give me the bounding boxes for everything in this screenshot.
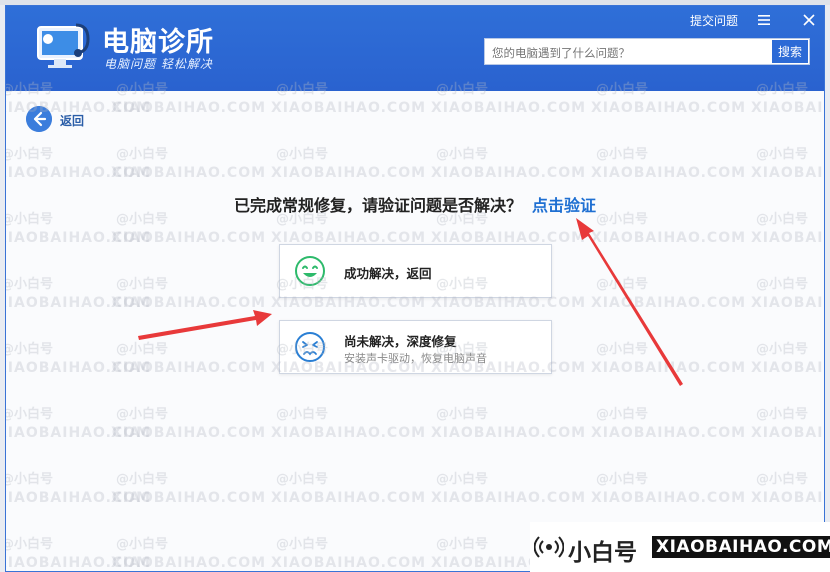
watermark-text: @小白号 xyxy=(116,472,169,487)
watermark-text: @小白号 xyxy=(116,147,169,162)
option-solved[interactable]: 成功解决，返回 xyxy=(279,244,552,298)
watermark-text: XIAOBAIHAO.COM xyxy=(751,490,824,506)
watermark-text: @小白号 xyxy=(276,407,329,422)
watermark-text: @小白号 xyxy=(756,407,809,422)
submit-question-link[interactable]: 提交问题 xyxy=(690,12,738,29)
watermark-text: @小白号 xyxy=(596,147,649,162)
watermark-text: @小白号 xyxy=(756,277,809,292)
watermark-text: XIAOBAIHAO.COM xyxy=(271,425,427,441)
watermark-text: XIAOBAIHAO.COM xyxy=(5,295,152,311)
watermark-text: @小白号 xyxy=(5,277,54,292)
back-label: 返回 xyxy=(60,114,85,128)
menu-icon[interactable] xyxy=(757,13,771,27)
watermark-text: @小白号 xyxy=(5,212,54,227)
watermark-text: XIAOBAIHAO.COM xyxy=(111,295,267,311)
brand-badge: 小白号 XIAOBAIHAO.COM xyxy=(530,522,830,572)
watermark-text: @小白号 xyxy=(596,407,649,422)
watermark-text: XIAOBAIHAO.COM xyxy=(111,555,267,571)
monitor-stethoscope-icon xyxy=(37,23,90,68)
watermark-text: XIAOBAIHAO.COM xyxy=(751,425,824,441)
watermark-text: XIAOBAIHAO.COM xyxy=(271,490,427,506)
watermark-text: @小白号 xyxy=(596,472,649,487)
close-icon[interactable] xyxy=(802,13,816,27)
watermark-text: @小白号 xyxy=(756,472,809,487)
broadcast-icon xyxy=(534,536,564,558)
search-button[interactable]: 搜索 xyxy=(772,40,808,63)
watermark-text: XIAOBAIHAO.COM xyxy=(591,100,747,116)
watermark-text: @小白号 xyxy=(436,407,489,422)
app-window: 电脑诊所 电脑问题 轻松解决 提交问题 搜索 返回 已完成常规修复，请验证问题是… xyxy=(5,5,825,572)
watermark-text: @小白号 xyxy=(756,147,809,162)
watermark-text: XIAOBAIHAO.COM xyxy=(431,100,587,116)
watermark-text: XIAOBAIHAO.COM xyxy=(431,490,587,506)
watermark-text: @小白号 xyxy=(116,342,169,357)
watermark-text: @小白号 xyxy=(116,212,169,227)
watermark-text: XIAOBAIHAO.COM xyxy=(111,425,267,441)
watermark-text: @小白号 xyxy=(596,212,649,227)
watermark-text: @小白号 xyxy=(276,147,329,162)
option-subtitle: 安装声卡驱动，恢复电脑声音 xyxy=(344,352,487,365)
back-button[interactable]: 返回 xyxy=(26,106,106,134)
watermark-text: XIAOBAIHAO.COM xyxy=(591,165,747,181)
watermark-text: XIAOBAIHAO.COM xyxy=(111,230,267,246)
watermark-text: XIAOBAIHAO.COM xyxy=(271,165,427,181)
watermark-text: XIAOBAIHAO.COM xyxy=(751,360,824,376)
option-title: 尚未解决，深度修复 xyxy=(344,334,457,349)
watermark-text: XIAOBAIHAO.COM xyxy=(591,425,747,441)
watermark-text: @小白号 xyxy=(756,342,809,357)
sad-face-icon xyxy=(295,332,325,362)
smile-face-icon xyxy=(295,256,325,286)
watermark-text: XIAOBAIHAO.COM xyxy=(5,490,152,506)
watermark-text: XIAOBAIHAO.COM xyxy=(751,295,824,311)
watermark-text: @小白号 xyxy=(116,537,169,552)
watermark-text: @小白号 xyxy=(5,147,54,162)
watermark-text: XIAOBAIHAO.COM xyxy=(271,100,427,116)
watermark-text: XIAOBAIHAO.COM xyxy=(111,165,267,181)
app-title: 电脑诊所 xyxy=(102,27,214,58)
search-box: 搜索 xyxy=(484,38,810,65)
watermark-text: XIAOBAIHAO.COM xyxy=(431,425,587,441)
watermark-text: XIAOBAIHAO.COM xyxy=(5,425,152,441)
watermark-text: XIAOBAIHAO.COM xyxy=(111,360,267,376)
watermark-text: @小白号 xyxy=(436,147,489,162)
app-subtitle: 电脑问题 轻松解决 xyxy=(104,57,213,71)
watermark-text: @小白号 xyxy=(276,472,329,487)
watermark-text: XIAOBAIHAO.COM xyxy=(111,490,267,506)
watermark-text: XIAOBAIHAO.COM xyxy=(751,230,824,246)
watermark-text: XIAOBAIHAO.COM xyxy=(5,360,152,376)
watermark-text: @小白号 xyxy=(756,212,809,227)
watermark-text: @小白号 xyxy=(596,342,649,357)
watermark-text: @小白号 xyxy=(276,537,329,552)
watermark-text: XIAOBAIHAO.COM xyxy=(751,165,824,181)
watermark-text: XIAOBAIHAO.COM xyxy=(5,230,152,246)
watermark-text: @小白号 xyxy=(436,472,489,487)
title-bar: 电脑诊所 电脑问题 轻松解决 提交问题 搜索 xyxy=(6,6,824,91)
watermark-text: XIAOBAIHAO.COM xyxy=(591,360,747,376)
watermark-text: XIAOBAIHAO.COM xyxy=(751,100,824,116)
verify-link[interactable]: 点击验证 xyxy=(532,192,596,216)
watermark-text: @小白号 xyxy=(116,407,169,422)
watermark-text: @小白号 xyxy=(596,277,649,292)
search-input[interactable] xyxy=(490,42,764,63)
watermark-text: @小白号 xyxy=(5,407,54,422)
watermark-text: XIAOBAIHAO.COM xyxy=(591,490,747,506)
watermark-text: @小白号 xyxy=(5,537,54,552)
brand-name-en: XIAOBAIHAO.COM xyxy=(652,536,830,558)
watermark-text: @小白号 xyxy=(116,277,169,292)
verify-question: 已完成常规修复，请验证问题是否解决？ xyxy=(234,196,523,215)
option-title: 成功解决，返回 xyxy=(344,266,432,281)
watermark-text: XIAOBAIHAO.COM xyxy=(5,165,152,181)
watermark-text: XIAOBAIHAO.COM xyxy=(111,100,267,116)
watermark-text: XIAOBAIHAO.COM xyxy=(591,295,747,311)
watermark-text: @小白号 xyxy=(5,472,54,487)
brand-name-cn: 小白号 xyxy=(568,540,637,566)
watermark-text: @小白号 xyxy=(436,537,489,552)
watermark-text: XIAOBAIHAO.COM xyxy=(591,230,747,246)
arrow-left-icon xyxy=(26,106,52,132)
watermark-text: XIAOBAIHAO.COM xyxy=(431,165,587,181)
option-deep-repair[interactable]: 尚未解决，深度修复 安装声卡驱动，恢复电脑声音 xyxy=(279,320,552,374)
watermark-text: XIAOBAIHAO.COM xyxy=(271,555,427,571)
watermark-text: XIAOBAIHAO.COM xyxy=(5,555,152,571)
watermark-text: @小白号 xyxy=(5,342,54,357)
